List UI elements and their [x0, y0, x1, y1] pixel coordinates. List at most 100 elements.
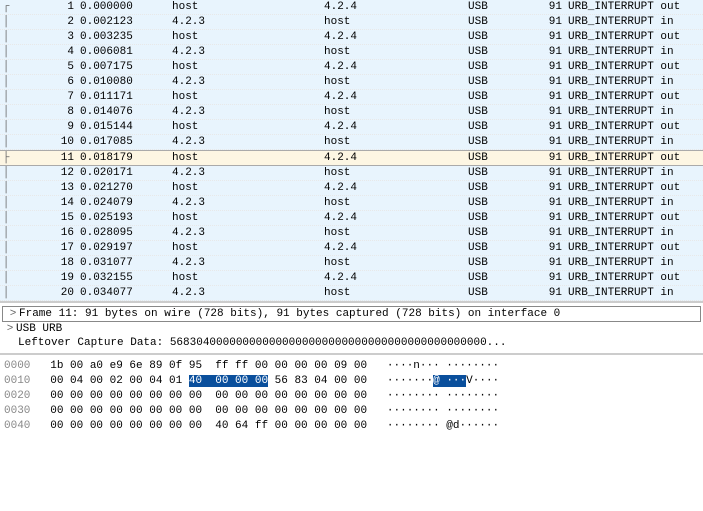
packet-row[interactable]: │140.0240794.2.3hostUSB91URB_INTERRUPT i…: [0, 196, 703, 211]
col-protocol: USB: [468, 152, 540, 164]
packet-row[interactable]: │70.011171host4.2.4USB91URB_INTERRUPT ou…: [0, 90, 703, 105]
col-protocol: USB: [468, 272, 540, 284]
hex-bytes: 00 00 00 00 00 00 00 00 00 00 00 00 00 0…: [50, 405, 367, 417]
col-length: 91: [540, 167, 568, 179]
col-no: 14: [12, 197, 80, 209]
col-no: 18: [12, 257, 80, 269]
packet-row[interactable]: │130.021270host4.2.4USB91URB_INTERRUPT o…: [0, 181, 703, 196]
tree-marker: │: [0, 76, 12, 88]
packet-row[interactable]: │160.0280954.2.3hostUSB91URB_INTERRUPT i…: [0, 226, 703, 241]
packet-row[interactable]: │90.015144host4.2.4USB91URB_INTERRUPT ou…: [0, 120, 703, 135]
col-length: 91: [540, 76, 568, 88]
packet-row[interactable]: │100.0170854.2.3hostUSB91URB_INTERRUPT i…: [0, 135, 703, 150]
hex-dump-pane[interactable]: 0000 1b 00 a0 e9 6e 89 0f 95 ff ff 00 00…: [0, 354, 703, 440]
col-protocol: USB: [468, 287, 540, 299]
packet-row[interactable]: │200.0340774.2.3hostUSB91URB_INTERRUPT i…: [0, 286, 703, 301]
hex-row[interactable]: 0030 00 00 00 00 00 00 00 00 00 00 00 00…: [4, 404, 699, 419]
hex-ascii: ····n··· ········: [387, 360, 499, 372]
col-protocol: USB: [468, 197, 540, 209]
col-source: host: [172, 212, 324, 224]
tree-marker: │: [0, 182, 12, 194]
packet-list-pane[interactable]: ┌10.000000host4.2.4USB91URB_INTERRUPT ou…: [0, 0, 703, 302]
col-no: 8: [12, 106, 80, 118]
tree-marker: │: [0, 61, 12, 73]
tree-marker: │: [0, 106, 12, 118]
col-destination: host: [324, 136, 468, 148]
col-protocol: USB: [468, 76, 540, 88]
col-length: 91: [540, 31, 568, 43]
tree-marker: │: [0, 91, 12, 103]
col-source: 4.2.3: [172, 76, 324, 88]
col-protocol: USB: [468, 167, 540, 179]
col-length: 91: [540, 212, 568, 224]
packet-row[interactable]: │20.0021234.2.3hostUSB91URB_INTERRUPT in: [0, 15, 703, 30]
detail-usb-urb[interactable]: >USB URB: [0, 322, 703, 336]
col-destination: host: [324, 287, 468, 299]
packet-row[interactable]: │120.0201714.2.3hostUSB91URB_INTERRUPT i…: [0, 166, 703, 181]
col-time: 0.025193: [80, 212, 172, 224]
col-no: 20: [12, 287, 80, 299]
hex-row[interactable]: 0040 00 00 00 00 00 00 00 00 40 64 ff 00…: [4, 419, 699, 434]
hex-row[interactable]: 0020 00 00 00 00 00 00 00 00 00 00 00 00…: [4, 389, 699, 404]
packet-row[interactable]: │60.0100804.2.3hostUSB91URB_INTERRUPT in: [0, 75, 703, 90]
col-source: host: [172, 121, 324, 133]
col-protocol: USB: [468, 227, 540, 239]
hex-offset: 0030: [4, 405, 30, 417]
packet-row[interactable]: ├110.018179host4.2.4USB91URB_INTERRUPT o…: [0, 150, 703, 166]
packet-details-pane[interactable]: >Frame 11: 91 bytes on wire (728 bits), …: [0, 302, 703, 354]
hex-bytes: 1b 00 a0 e9 6e 89 0f 95 ff ff 00 00 00 0…: [50, 360, 367, 372]
col-source: host: [172, 61, 324, 73]
col-source: 4.2.3: [172, 46, 324, 58]
packet-row[interactable]: │50.007175host4.2.4USB91URB_INTERRUPT ou…: [0, 60, 703, 75]
col-source: 4.2.3: [172, 106, 324, 118]
packet-row[interactable]: │180.0310774.2.3hostUSB91URB_INTERRUPT i…: [0, 256, 703, 271]
col-destination: 4.2.4: [324, 91, 468, 103]
packet-row[interactable]: │40.0060814.2.3hostUSB91URB_INTERRUPT in: [0, 45, 703, 60]
col-source: host: [172, 182, 324, 194]
col-time: 0.024079: [80, 197, 172, 209]
col-info: URB_INTERRUPT in: [568, 136, 703, 148]
hex-offset: 0010: [4, 375, 30, 387]
packet-row[interactable]: │30.003235host4.2.4USB91URB_INTERRUPT ou…: [0, 30, 703, 45]
col-destination: host: [324, 227, 468, 239]
packet-row[interactable]: │170.029197host4.2.4USB91URB_INTERRUPT o…: [0, 241, 703, 256]
col-info: URB_INTERRUPT out: [568, 212, 703, 224]
hex-row[interactable]: 0000 1b 00 a0 e9 6e 89 0f 95 ff ff 00 00…: [4, 359, 699, 374]
hex-bytes: 00 00 00 00 00 00 00 00 40 64 ff 00 00 0…: [50, 420, 367, 432]
packet-row[interactable]: │80.0140764.2.3hostUSB91URB_INTERRUPT in: [0, 105, 703, 120]
col-time: 0.000000: [80, 1, 172, 13]
tree-marker: │: [0, 167, 12, 179]
col-info: URB_INTERRUPT in: [568, 197, 703, 209]
col-protocol: USB: [468, 106, 540, 118]
packet-row[interactable]: │190.032155host4.2.4USB91URB_INTERRUPT o…: [0, 271, 703, 286]
hex-offset: 0040: [4, 420, 30, 432]
packet-row[interactable]: ┌10.000000host4.2.4USB91URB_INTERRUPT ou…: [0, 0, 703, 15]
col-destination: host: [324, 16, 468, 28]
detail-frame-summary[interactable]: >Frame 11: 91 bytes on wire (728 bits), …: [2, 306, 701, 322]
col-length: 91: [540, 61, 568, 73]
hex-offset: 0020: [4, 390, 30, 402]
col-source: host: [172, 272, 324, 284]
chevron-right-icon: >: [4, 323, 16, 335]
col-source: host: [172, 152, 324, 164]
col-protocol: USB: [468, 61, 540, 73]
packet-row[interactable]: │150.025193host4.2.4USB91URB_INTERRUPT o…: [0, 211, 703, 226]
col-protocol: USB: [468, 31, 540, 43]
col-time: 0.031077: [80, 257, 172, 269]
col-no: 13: [12, 182, 80, 194]
col-destination: host: [324, 167, 468, 179]
detail-leftover-data[interactable]: Leftover Capture Data: 56830400000000000…: [0, 336, 703, 350]
tree-marker: │: [0, 287, 12, 299]
col-destination: 4.2.4: [324, 121, 468, 133]
col-destination: host: [324, 76, 468, 88]
hex-ascii: ········ @d······: [387, 420, 499, 432]
col-time: 0.032155: [80, 272, 172, 284]
detail-leftover-text: Leftover Capture Data: 56830400000000000…: [18, 337, 506, 349]
hex-ascii: ········ ········: [387, 390, 499, 402]
hex-row[interactable]: 0010 00 04 00 02 00 04 01 40 00 00 00 56…: [4, 374, 699, 389]
col-no: 6: [12, 76, 80, 88]
col-protocol: USB: [468, 257, 540, 269]
col-destination: host: [324, 106, 468, 118]
col-info: URB_INTERRUPT out: [568, 1, 703, 13]
hex-bytes: 00 04 00 02 00 04 01: [50, 375, 189, 387]
